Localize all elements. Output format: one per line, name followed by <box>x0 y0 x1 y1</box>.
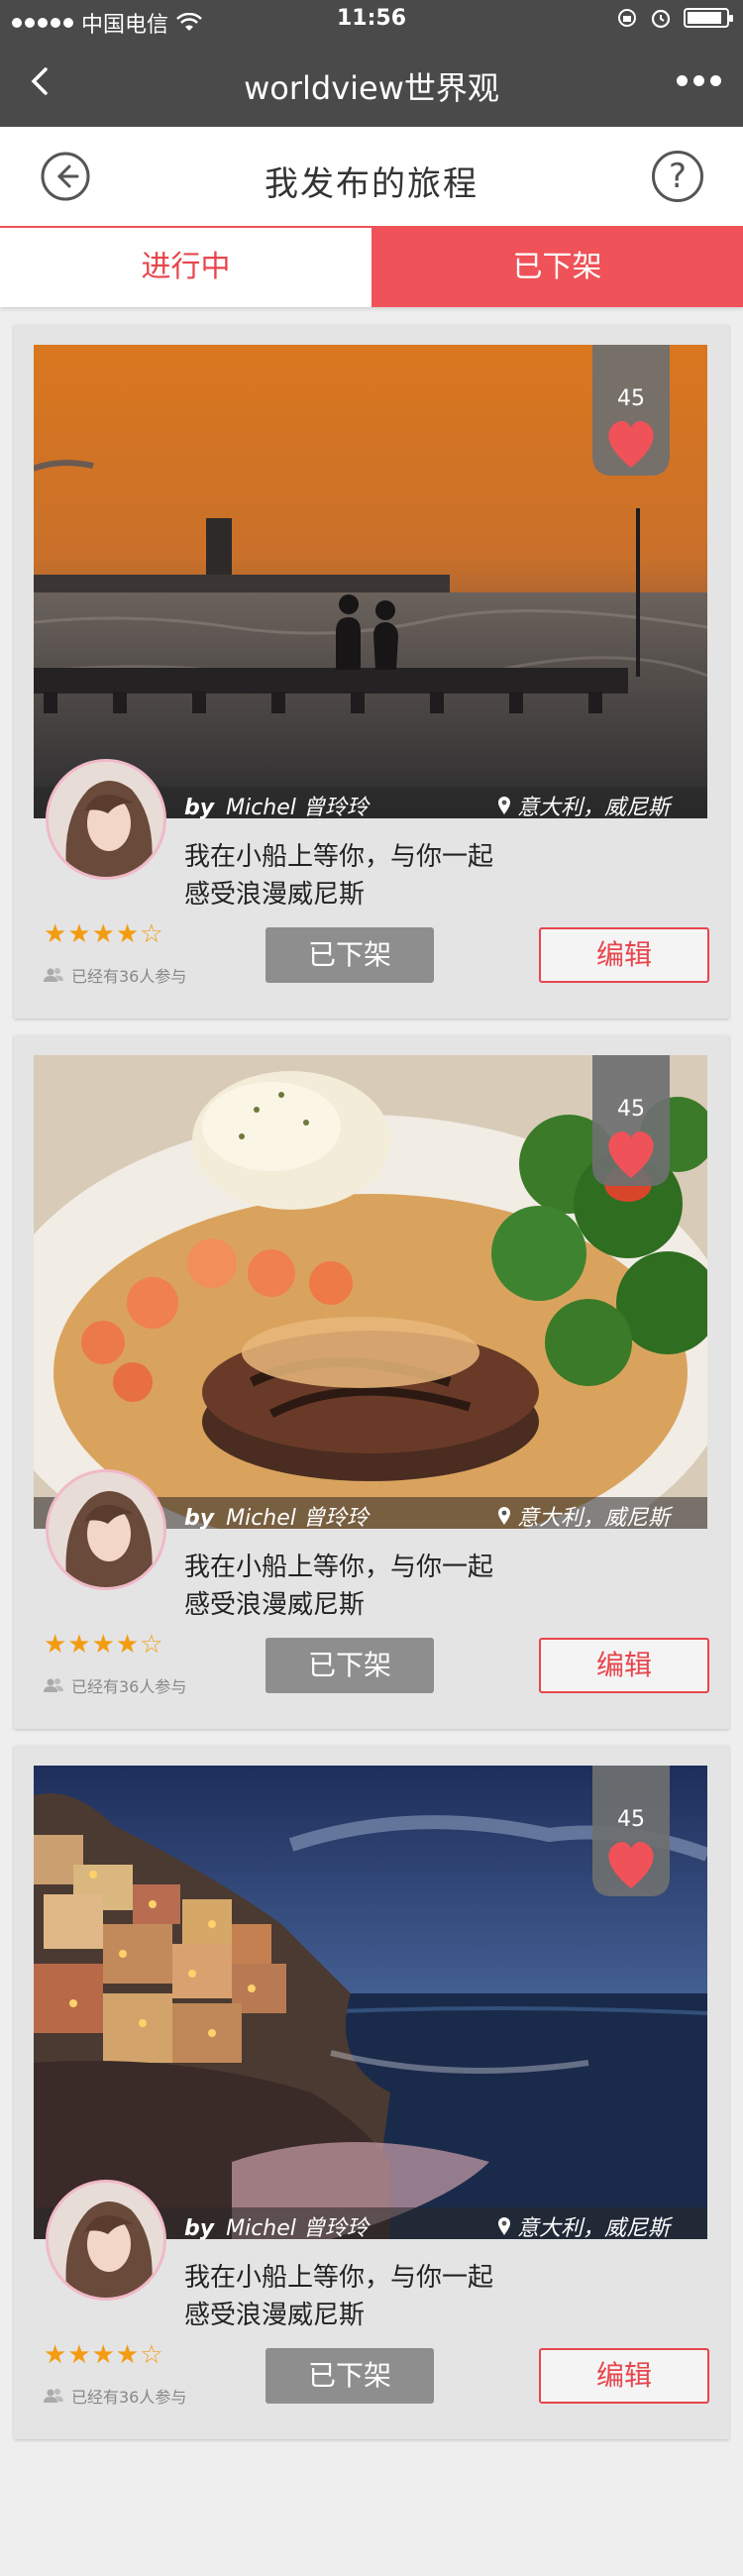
like-count: 45 <box>617 1097 645 1122</box>
like-count: 45 <box>617 386 645 411</box>
status-right <box>616 7 733 29</box>
location: 意大利，威尼斯 <box>497 2210 670 2242</box>
rotation-lock-icon <box>618 9 636 27</box>
location-label: 意大利，威尼斯 <box>516 2216 670 2241</box>
location-label: 意大利，威尼斯 <box>516 796 670 820</box>
participants: 已经有36人参与 <box>44 1673 186 1697</box>
trip-title-line1: 我在小船上等你，与你一起 <box>184 1553 494 1582</box>
edit-button[interactable]: 编辑 <box>539 2348 709 2404</box>
trip-title-line1: 我在小船上等你，与你一起 <box>184 842 494 872</box>
offline-button[interactable]: 已下架 <box>265 2348 434 2404</box>
participants: 已经有36人参与 <box>44 2384 186 2408</box>
author-line: by Michel 曾玲玲 <box>184 790 369 821</box>
battery-icon <box>684 8 733 28</box>
like-badge[interactable]: 45 <box>592 345 670 476</box>
users-icon <box>44 2389 63 2403</box>
by-label: by <box>184 2216 215 2241</box>
more-icon[interactable] <box>677 75 721 86</box>
location-pin-icon <box>497 1507 510 1525</box>
offline-button[interactable]: 已下架 <box>265 1638 434 1693</box>
page-header: 我发布的旅程 ? <box>0 127 743 226</box>
author-line: by Michel 曾玲玲 <box>184 2210 369 2242</box>
page-title: 我发布的旅程 <box>265 164 478 204</box>
nav-title: worldview世界观 <box>244 69 499 107</box>
author-avatar[interactable] <box>46 759 166 880</box>
status-tabs: 进行中 已下架 <box>0 226 743 307</box>
author-line: by Michel 曾玲玲 <box>184 1500 369 1532</box>
participants-label: 已经有36人参与 <box>71 1677 187 1696</box>
location: 意大利，威尼斯 <box>497 1500 670 1532</box>
offline-button[interactable]: 已下架 <box>265 927 434 983</box>
trip-title: 我在小船上等你，与你一起 感受浪漫威尼斯 <box>184 1549 581 1624</box>
author-name: Michel 曾玲玲 <box>226 2216 369 2241</box>
trip-photo[interactable]: 45 <box>34 345 707 818</box>
rating-stars: ★★★★☆ <box>44 2340 164 2370</box>
rating-stars: ★★★★☆ <box>44 919 164 949</box>
avatar-image <box>49 762 163 877</box>
author-name: Michel 曾玲玲 <box>226 796 369 820</box>
trip-card[interactable]: 45 by Michel 曾玲玲 意大利，威尼斯 我在小船上等你，与你一起 感受浪… <box>14 1035 729 1729</box>
trip-title: 我在小船上等你，与你一起 感受浪漫威尼斯 <box>184 2259 581 2334</box>
nav-bar: worldview世界观 <box>0 40 743 127</box>
trip-title-line1: 我在小船上等你，与你一起 <box>184 2263 494 2293</box>
trip-photo[interactable]: 45 <box>34 1766 707 2239</box>
like-count: 45 <box>617 1807 645 1832</box>
trip-card[interactable]: 45 by Michel 曾玲玲 意大利，威尼斯 我在小船上等你，与你一起 感受浪… <box>14 1746 729 2439</box>
like-badge[interactable]: 45 <box>592 1055 670 1186</box>
tab-offline[interactable]: 已下架 <box>372 228 743 307</box>
avatar-image <box>49 1472 163 1587</box>
author-avatar[interactable] <box>46 1469 166 1590</box>
location-label: 意大利，威尼斯 <box>516 1506 670 1531</box>
author-name: Michel 曾玲玲 <box>226 1506 369 1531</box>
help-icon[interactable]: ? <box>652 151 703 202</box>
by-label: by <box>184 1506 215 1531</box>
location-pin-icon <box>497 2217 510 2235</box>
edit-button[interactable]: 编辑 <box>539 927 709 983</box>
status-bar: 中国电信 11:56 <box>0 0 743 40</box>
trip-title-line2: 感受浪漫威尼斯 <box>184 880 366 910</box>
trip-title: 我在小船上等你，与你一起 感受浪漫威尼斯 <box>184 838 581 913</box>
edit-button[interactable]: 编辑 <box>539 1638 709 1693</box>
participants-label: 已经有36人参与 <box>71 2388 187 2407</box>
users-icon <box>44 1678 63 1692</box>
rating-stars: ★★★★☆ <box>44 1630 164 1660</box>
location: 意大利，威尼斯 <box>497 790 670 821</box>
trip-photo[interactable]: 45 <box>34 1055 707 1529</box>
author-avatar[interactable] <box>46 2180 166 2301</box>
users-icon <box>44 968 63 982</box>
participants: 已经有36人参与 <box>44 963 186 987</box>
like-badge[interactable]: 45 <box>592 1766 670 1896</box>
alarm-icon <box>651 9 671 29</box>
avatar-image <box>49 2183 163 2298</box>
location-pin-icon <box>497 797 510 814</box>
trip-title-line2: 感受浪漫威尼斯 <box>184 1590 366 1620</box>
participants-label: 已经有36人参与 <box>71 967 187 986</box>
by-label: by <box>184 796 215 820</box>
tab-ongoing[interactable]: 进行中 <box>0 228 372 307</box>
trip-title-line2: 感受浪漫威尼斯 <box>184 2301 366 2330</box>
trip-card[interactable]: 45 by Michel 曾玲玲 意大利，威尼斯 我在小船上等你，与你一起 感受浪… <box>14 325 729 1019</box>
